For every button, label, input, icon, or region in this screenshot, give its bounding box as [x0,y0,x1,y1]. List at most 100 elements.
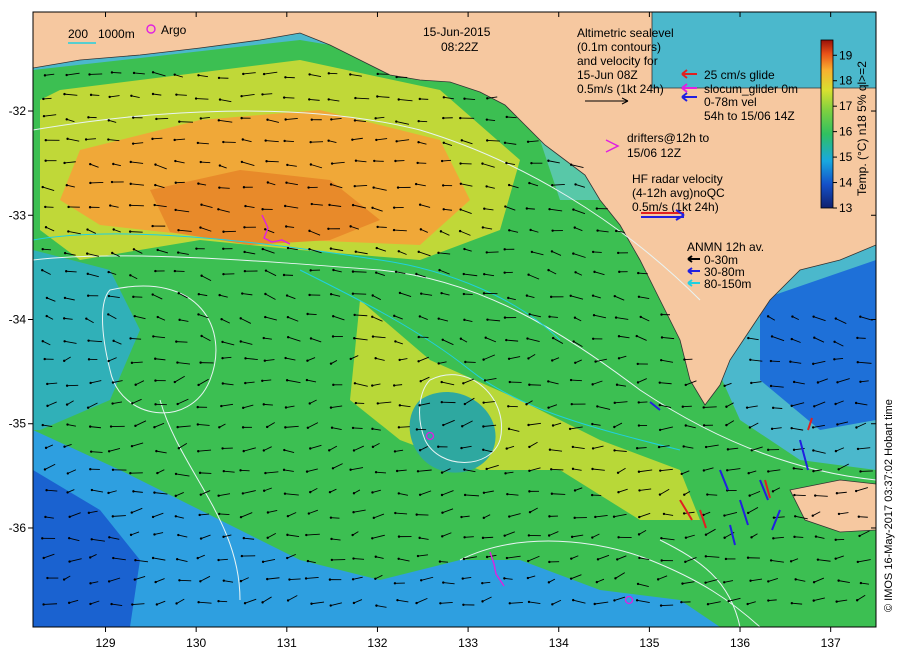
velocity-arrow-origin [264,471,267,475]
velocity-arrow-origin [66,137,69,141]
velocity-arrow-origin [508,602,512,605]
velocity-arrow-origin [530,161,533,165]
velocity-arrow-origin [418,315,422,318]
velocity-arrow-origin [837,579,840,582]
velocity-arrow-origin [241,138,244,141]
velocity-arrow-origin [309,447,312,450]
velocity-arrow-origin [837,512,841,516]
velocity-arrow-origin [837,468,840,471]
velocity-arrow-origin [218,186,221,189]
velocity-arrow-origin [132,71,136,75]
velocity-arrow-origin [724,557,728,561]
velocity-arrow-origin [791,315,794,318]
velocity-arrow-origin [329,406,333,409]
velocity-arrow-origin [462,382,465,385]
velocity-arrow-origin [371,537,374,540]
velocity-arrow-origin [306,426,310,429]
velocity-arrow-origin [372,186,375,189]
argo-legend-label: Argo [161,23,187,37]
velocity-arrow-origin [854,401,858,405]
velocity-arrow-origin [506,492,509,496]
velocity-arrow-origin [89,450,93,453]
velocity-arrow-origin [308,98,311,101]
velocity-arrow-origin [525,207,529,210]
velocity-arrow-origin [151,293,154,296]
velocity-arrow-origin [482,516,486,520]
velocity-arrow-origin [481,226,485,229]
velocity-arrow-origin [89,556,92,559]
velocity-arrow-origin [750,449,753,452]
velocity-arrow-origin [372,516,376,520]
velocity-arrow-origin [284,406,288,409]
velocity-arrow-origin [684,536,688,539]
velocity-arrow-origin [151,556,155,560]
velocity-arrow-origin [63,92,66,96]
velocity-arrow-origin [371,427,374,431]
velocity-arrow-origin [398,404,402,407]
velocity-arrow-origin [442,141,445,144]
velocity-arrow-origin [463,247,466,251]
velocity-arrow-origin [239,340,242,343]
velocity-arrow-origin [112,228,115,231]
velocity-arrow-origin [285,294,289,297]
velocity-arrow-origin [240,554,244,558]
velocity-arrow-origin [682,512,686,515]
velocity-arrow-origin [200,274,203,277]
velocity-arrow-origin [107,580,111,583]
anmn-legend-title: ANMN 12h av. [687,240,764,254]
velocity-arrow-origin [658,493,662,496]
velocity-arrow-origin [503,271,506,274]
velocity-arrow-origin [89,467,92,471]
velocity-arrow-origin [660,536,663,540]
velocity-arrow-origin [330,558,334,562]
velocity-arrow-origin [398,358,401,362]
velocity-arrow-origin [200,203,203,206]
velocity-arrow-origin [418,493,422,496]
velocity-arrow [526,208,535,210]
velocity-arrow-origin [262,403,265,406]
velocity-arrow-origin [177,228,180,232]
velocity-arrow-origin [217,494,220,497]
velocity-arrow-origin [771,490,775,493]
velocity-arrow-origin [154,379,157,382]
velocity-arrow-origin [44,139,47,142]
velocity-arrow-origin [812,599,815,602]
altimetric-line: 15-Jun 08Z [577,68,638,82]
velocity-arrow [179,579,192,582]
velocity-arrow-origin [613,599,616,602]
velocity-arrow-origin [594,360,597,363]
velocity-arrow-origin [859,581,863,585]
velocity-arrow-origin [45,314,48,318]
velocity-arrow-origin [481,162,484,165]
velocity-arrow-origin [308,402,311,405]
velocity-arrow-origin [530,250,534,254]
velocity-arrow-origin [792,380,796,384]
velocity-arrow-origin [241,492,245,495]
velocity-arrow-origin [527,423,530,427]
velocity-arrow-origin [65,184,69,187]
velocity-arrow-origin [748,494,751,497]
velocity-arrow-origin [591,337,595,340]
velocity-arrow-origin [66,423,69,426]
velocity-arrow-origin [551,359,554,362]
velocity-arrow-origin [503,141,507,144]
velocity-arrow-origin [547,380,550,383]
altimetric-line: Altimetric sealevel [577,26,674,40]
velocity-arrow-origin [353,382,357,385]
velocity-arrow [90,181,104,184]
velocity-arrow-origin [767,580,770,583]
velocity-arrow-origin [305,470,309,473]
velocity-arrow-origin [395,140,398,143]
colorbar-label: Temp. (°C) n18 5% ql>=2 [855,61,869,196]
velocity-arrow-origin [199,160,202,164]
velocity-arrow-origin [45,489,48,492]
velocity-arrow-origin [834,538,837,542]
velocity-arrow-origin [329,293,333,296]
velocity-arrow-origin [856,447,860,451]
velocity-arrow-origin [394,159,397,163]
velocity-arrow-origin [415,428,419,431]
velocity-arrow-origin [394,511,397,515]
velocity-arrow-origin [593,270,596,274]
velocity-arrow-origin [306,559,310,563]
velocity-arrow-origin [284,118,287,121]
